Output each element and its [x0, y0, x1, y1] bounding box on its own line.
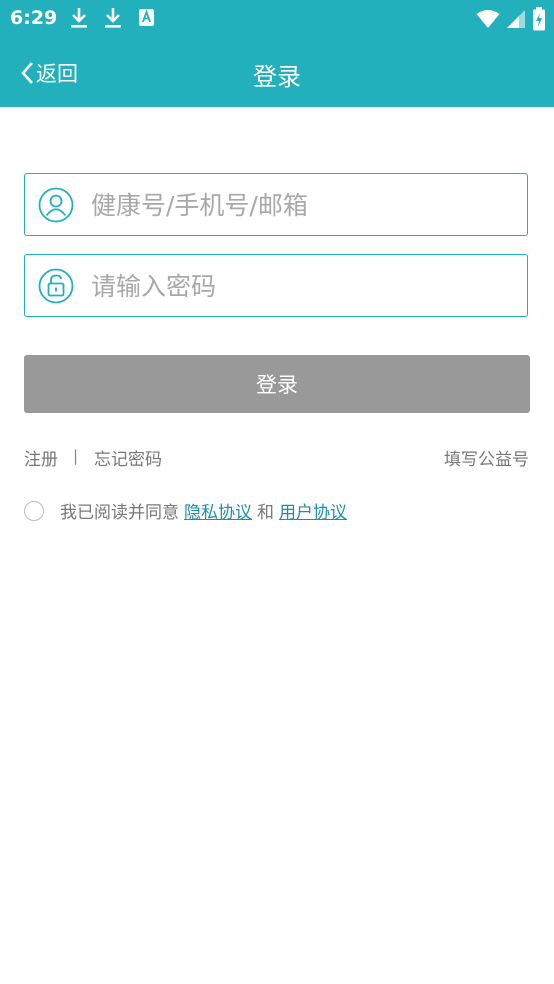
agreement-row: 我已阅读并同意 隐私协议 和 用户协议 — [24, 498, 352, 523]
app-bar: 返回 登录 — [0, 36, 554, 107]
battery-icon — [533, 7, 545, 31]
user-agreement-link[interactable]: 用户协议 — [279, 498, 347, 523]
login-button[interactable]: 登录 — [24, 355, 530, 413]
wifi-icon — [476, 10, 500, 28]
agreement-checkbox[interactable] — [24, 500, 44, 521]
signal-icon — [507, 10, 525, 28]
account-field[interactable] — [24, 173, 528, 236]
password-input[interactable] — [89, 263, 518, 310]
status-time: 6:29 — [10, 7, 58, 29]
status-bar: 6:29 — [0, 0, 554, 36]
account-input[interactable] — [89, 182, 518, 229]
user-icon — [38, 187, 74, 223]
agreement-conjunction: 和 — [257, 503, 274, 523]
privacy-agreement-link[interactable]: 隐私协议 — [184, 498, 252, 523]
status-icons — [476, 7, 546, 31]
page-title: 登录 — [253, 63, 301, 91]
link-divider: | — [73, 447, 79, 465]
forgot-password-link[interactable]: 忘记密码 — [94, 445, 162, 470]
fill-welfare-code-link[interactable]: 填写公益号 — [444, 445, 529, 470]
download-icon — [71, 8, 87, 28]
agreement-prefix: 我已阅读并同意 — [60, 503, 179, 523]
keyboard-a-icon — [139, 9, 154, 26]
register-link[interactable]: 注册 — [24, 445, 58, 470]
lock-icon — [38, 268, 74, 304]
password-field[interactable] — [24, 254, 528, 317]
download-icon — [105, 8, 121, 28]
